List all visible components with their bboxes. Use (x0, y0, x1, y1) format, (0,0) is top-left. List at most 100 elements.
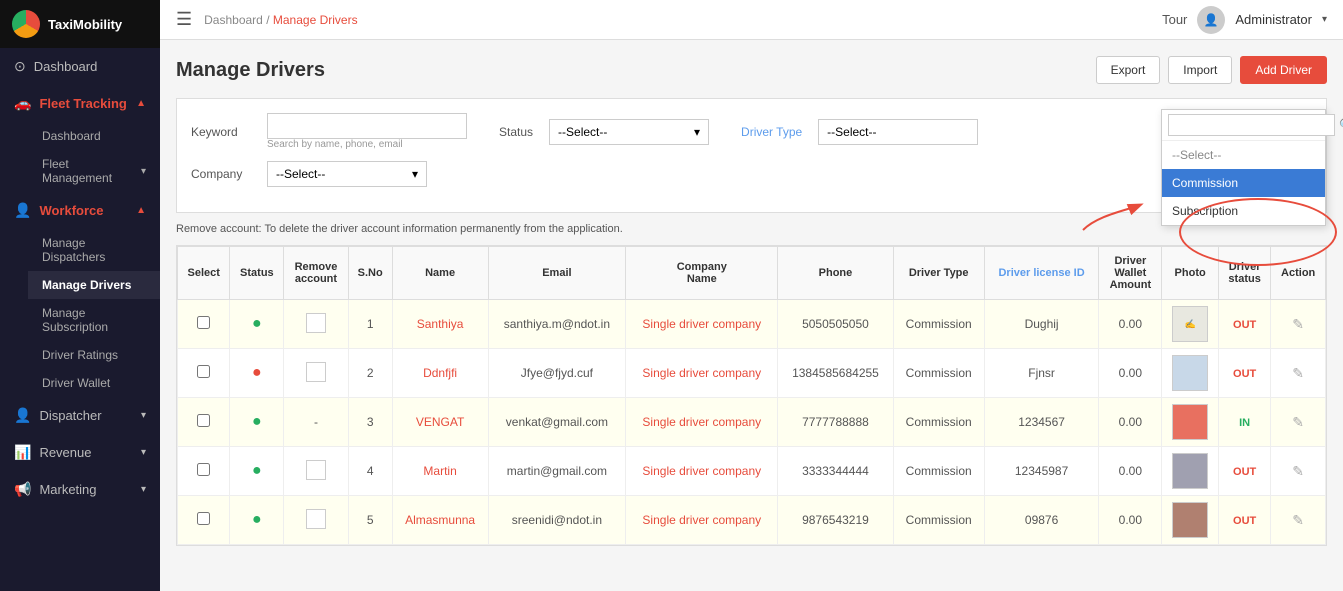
cell-wallet: 0.00 (1099, 300, 1162, 349)
company-label: Company (191, 167, 251, 181)
cell-license-id: 12345987 (984, 447, 1099, 496)
cell-select[interactable] (178, 496, 230, 545)
cell-status: ● (230, 496, 284, 545)
row-checkbox[interactable] (197, 414, 210, 427)
table-row: ● 4 Martin martin@gmail.com Single drive… (178, 447, 1326, 496)
breadcrumb-dashboard[interactable]: Dashboard (204, 13, 263, 27)
keyword-input[interactable] (267, 113, 467, 139)
company-link[interactable]: Single driver company (642, 317, 761, 331)
user-chevron-icon: ▾ (1322, 14, 1327, 25)
dropdown-option-commission[interactable]: Commission (1162, 169, 1325, 197)
sidebar-item-revenue[interactable]: 📊 Revenue ▾ (0, 434, 160, 471)
logo-text: TaxiMobility (48, 17, 122, 32)
col-license-id[interactable]: Driver license ID (984, 247, 1099, 300)
company-chevron-icon: ▾ (412, 167, 418, 181)
edit-icon[interactable]: ✎ (1292, 512, 1304, 528)
cell-email: Jfye@fjyd.cuf (488, 349, 626, 398)
edit-icon[interactable]: ✎ (1292, 414, 1304, 430)
chevron-down-icon-3: ▾ (141, 447, 146, 458)
cell-photo (1162, 447, 1219, 496)
driver-name-link[interactable]: VENGAT (416, 415, 464, 429)
company-dropdown[interactable]: --Select-- ▾ (267, 161, 427, 187)
driver-name-link[interactable]: Martin (423, 464, 456, 478)
col-select: Select (178, 247, 230, 300)
hamburger-icon[interactable]: ☰ (176, 9, 192, 30)
cell-remove (284, 496, 348, 545)
cell-sno: 2 (348, 349, 392, 398)
dropdown-search-input[interactable] (1168, 114, 1335, 136)
company-link[interactable]: Single driver company (642, 513, 761, 527)
company-link[interactable]: Single driver company (642, 366, 761, 380)
cell-photo (1162, 349, 1219, 398)
row-checkbox[interactable] (197, 365, 210, 378)
table-row: ● 1 Santhiya santhiya.m@ndot.in Single d… (178, 300, 1326, 349)
remove-checkbox[interactable] (306, 460, 326, 480)
cell-select[interactable] (178, 398, 230, 447)
dropdown-option-subscription[interactable]: Subscription (1162, 197, 1325, 225)
sidebar-item-driver-ratings[interactable]: Driver Ratings (28, 341, 160, 369)
dropdown-option-select[interactable]: --Select-- (1162, 141, 1325, 169)
cell-select[interactable] (178, 349, 230, 398)
edit-icon[interactable]: ✎ (1292, 463, 1304, 479)
cell-license-id: Dughij (984, 300, 1099, 349)
col-driver-status: Driverstatus (1218, 247, 1270, 300)
cell-status: ● (230, 447, 284, 496)
cell-sno: 4 (348, 447, 392, 496)
logo[interactable]: TaxiMobility (0, 0, 160, 48)
sidebar-item-workforce[interactable]: 👤 Workforce ▲ (0, 192, 160, 229)
col-remove-account: Removeaccount (284, 247, 348, 300)
row-checkbox[interactable] (197, 316, 210, 329)
cell-remove (284, 447, 348, 496)
topbar: ☰ Dashboard / Manage Drivers Tour 👤 Admi… (160, 0, 1343, 40)
sidebar-item-dashboard-sub[interactable]: Dashboard (28, 122, 160, 150)
remove-checkbox[interactable] (306, 313, 326, 333)
sidebar-item-marketing[interactable]: 📢 Marketing ▾ (0, 471, 160, 508)
sidebar-item-manage-drivers[interactable]: Manage Drivers (28, 271, 160, 299)
driver-name-link[interactable]: Almasmunna (405, 513, 475, 527)
sidebar-item-driver-wallet[interactable]: Driver Wallet (28, 369, 160, 397)
status-dropdown[interactable]: --Select-- ▾ (549, 119, 709, 145)
table-row: ● 5 Almasmunna sreenidi@ndot.in Single d… (178, 496, 1326, 545)
cell-wallet: 0.00 (1099, 496, 1162, 545)
sidebar-item-label: Dashboard (34, 59, 98, 74)
breadcrumb-separator: / (266, 13, 273, 27)
import-button[interactable]: Import (1168, 56, 1232, 84)
sidebar-item-fleet-management[interactable]: Fleet Management ▾ (28, 150, 160, 192)
row-checkbox[interactable] (197, 512, 210, 525)
company-link[interactable]: Single driver company (642, 464, 761, 478)
row-checkbox[interactable] (197, 463, 210, 476)
export-button[interactable]: Export (1096, 56, 1161, 84)
tour-link[interactable]: Tour (1162, 12, 1187, 27)
edit-icon[interactable]: ✎ (1292, 365, 1304, 381)
cell-action: ✎ (1271, 300, 1326, 349)
sidebar-item-dispatcher[interactable]: 👤 Dispatcher ▾ (0, 397, 160, 434)
dispatcher-icon: 👤 (14, 407, 31, 424)
driver-name-link[interactable]: Ddnfjfi (423, 366, 457, 380)
remove-checkbox[interactable] (306, 509, 326, 529)
company-link[interactable]: Single driver company (642, 415, 761, 429)
cell-sno: 5 (348, 496, 392, 545)
cell-email: sreenidi@ndot.in (488, 496, 626, 545)
col-name: Name (392, 247, 488, 300)
filter-box: Keyword Search by name, phone, email Sta… (176, 98, 1327, 213)
sidebar-item-dashboard[interactable]: ⊙ Dashboard (0, 48, 160, 85)
filter-row-1: Keyword Search by name, phone, email Sta… (191, 113, 1312, 150)
add-driver-button[interactable]: Add Driver (1240, 56, 1327, 84)
cell-photo: ✍ (1162, 300, 1219, 349)
cell-photo (1162, 496, 1219, 545)
remove-checkbox[interactable] (306, 362, 326, 382)
sidebar: TaxiMobility ⊙ Dashboard 🚗 Fleet Trackin… (0, 0, 160, 591)
driver-type-dropdown[interactable]: --Select-- (818, 119, 978, 145)
col-email: Email (488, 247, 626, 300)
sidebar-item-manage-subscription[interactable]: Manage Subscription (28, 299, 160, 341)
sidebar-item-label: Revenue (39, 445, 91, 460)
edit-icon[interactable]: ✎ (1292, 316, 1304, 332)
company-placeholder: --Select-- (276, 167, 325, 181)
cell-license-id: 1234567 (984, 398, 1099, 447)
driver-name-link[interactable]: Santhiya (417, 317, 464, 331)
cell-select[interactable] (178, 300, 230, 349)
sidebar-item-fleet-tracking[interactable]: 🚗 Fleet Tracking ▲ (0, 85, 160, 122)
cell-select[interactable] (178, 447, 230, 496)
sidebar-item-manage-dispatchers[interactable]: Manage Dispatchers (28, 229, 160, 271)
status-icon: ● (252, 462, 262, 479)
